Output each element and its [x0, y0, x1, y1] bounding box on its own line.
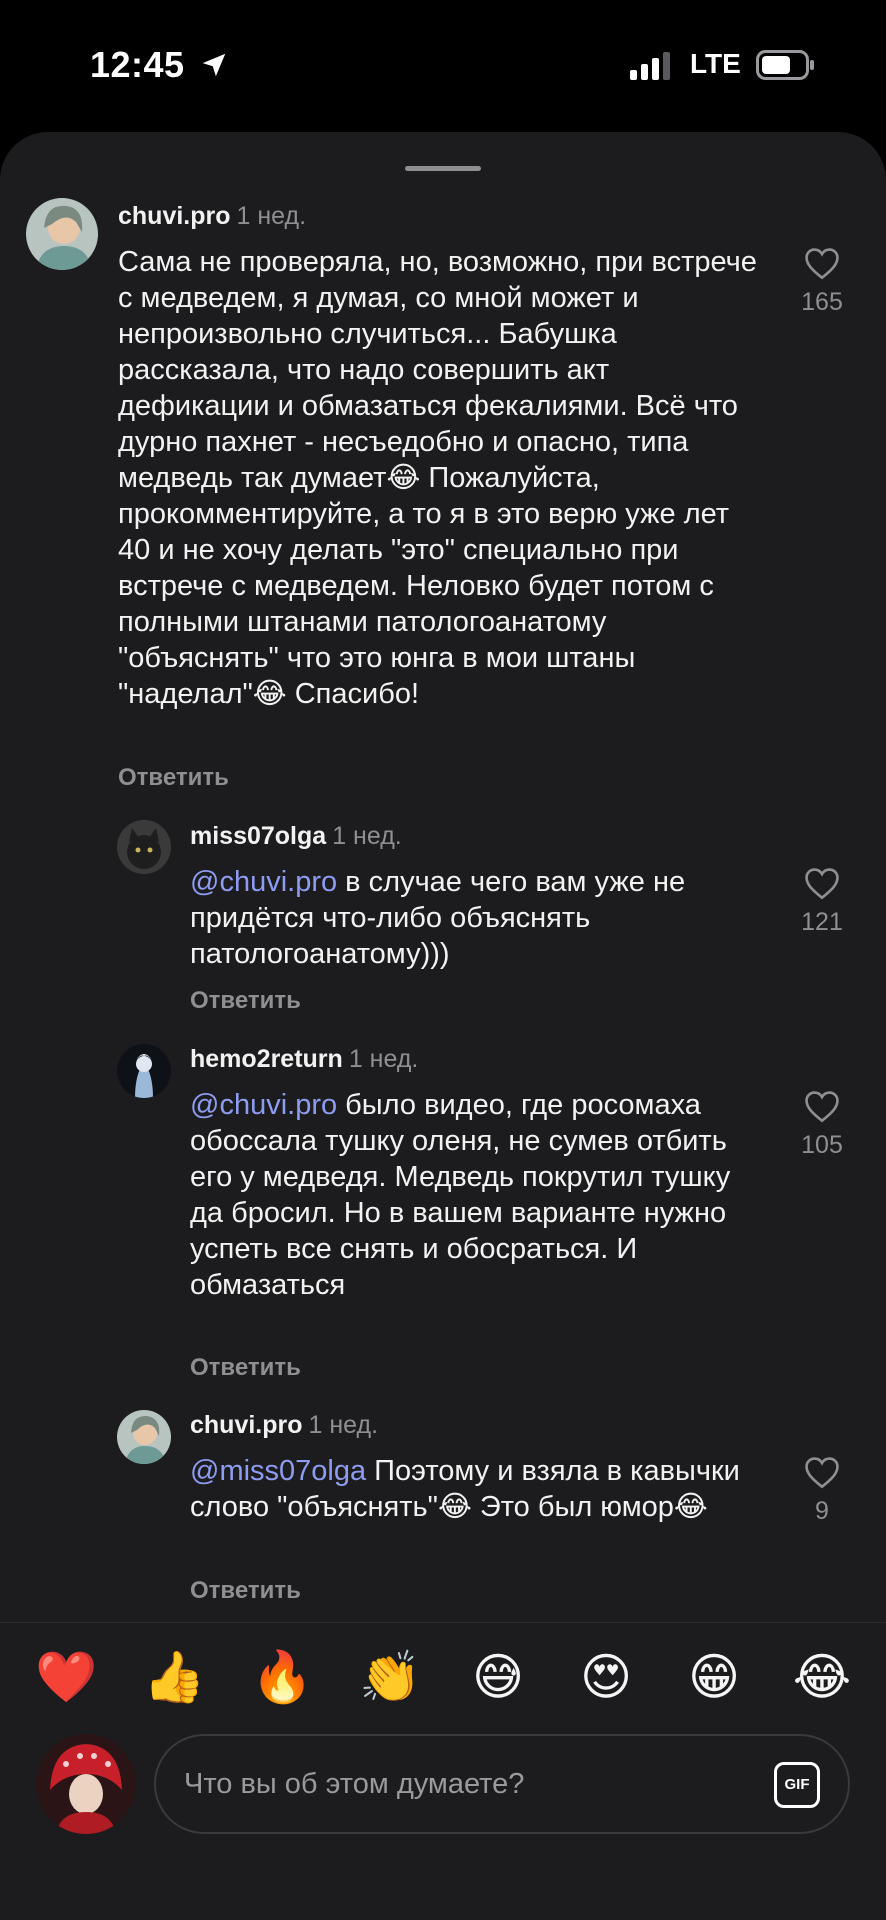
location-arrow-icon — [202, 53, 226, 77]
comment-input-placeholder: Что вы об этом думаете? — [184, 1768, 525, 1800]
reaction-fire[interactable]: 🔥 — [251, 1646, 313, 1708]
reaction-grin[interactable]: 😁 — [683, 1646, 745, 1708]
avatar[interactable] — [26, 198, 98, 270]
avatar[interactable] — [117, 1044, 171, 1098]
comment-text: Сама не проверяла, но, возможно, при вст… — [118, 246, 757, 710]
composer-divider — [0, 1622, 886, 1623]
quick-reactions: ❤️ 👍 🔥 👏 😅 😍 😁 😂 — [0, 1646, 886, 1708]
mention-link[interactable]: @miss07olga — [190, 1455, 366, 1487]
status-bar: 12:45 LTE — [0, 0, 886, 130]
comment-text: @chuvi.pro в случае чего вам уже не прид… — [190, 864, 770, 972]
like-button[interactable]: 121 — [782, 866, 862, 937]
like-count: 165 — [801, 288, 843, 316]
current-user-avatar — [36, 1734, 136, 1834]
sheet-grabber[interactable] — [405, 166, 481, 171]
username[interactable]: hemo2return — [190, 1045, 343, 1073]
comment-header: hemo2return 1 нед. — [190, 1045, 418, 1074]
reaction-clap[interactable]: 👏 — [359, 1646, 421, 1708]
network-type: LTE — [690, 48, 741, 79]
comment-header: chuvi.pro 1 нед. — [190, 1411, 378, 1440]
like-count: 121 — [801, 908, 843, 936]
timestamp: 1 нед. — [308, 1411, 379, 1439]
heart-icon — [805, 868, 839, 900]
status-time: 12:45 — [90, 44, 185, 85]
avatar[interactable] — [117, 1410, 171, 1464]
username[interactable]: chuvi.pro — [190, 1411, 303, 1439]
reaction-joy[interactable]: 😂 — [791, 1646, 853, 1708]
reply-button[interactable]: Ответить — [190, 1354, 301, 1382]
comment-header: chuvi.pro 1 нед. — [118, 202, 306, 231]
username[interactable]: miss07olga — [190, 822, 326, 850]
like-count: 9 — [815, 1497, 829, 1525]
like-button[interactable]: 9 — [782, 1455, 862, 1526]
like-button[interactable]: 165 — [782, 246, 862, 317]
reaction-thumbs-up[interactable]: 👍 — [143, 1646, 205, 1708]
reaction-heart-eyes[interactable]: 😍 — [575, 1646, 637, 1708]
heart-icon — [805, 1091, 839, 1123]
reaction-heart[interactable]: ❤️ — [35, 1646, 97, 1708]
signal-bars-icon — [630, 52, 670, 80]
comment-text: @chuvi.pro было видео, где росомаха обос… — [190, 1087, 770, 1303]
comment-text: @miss07olga Поэтому и взяла в кавычки сл… — [190, 1453, 750, 1525]
comment-input[interactable]: Что вы об этом думаете? GIF — [154, 1734, 850, 1834]
mention-link[interactable]: @chuvi.pro — [190, 1089, 337, 1121]
username[interactable]: chuvi.pro — [118, 202, 231, 230]
timestamp: 1 нед. — [332, 822, 402, 850]
heart-icon — [805, 1457, 839, 1489]
comment-header: miss07olga 1 нед. — [190, 822, 402, 851]
mention-link[interactable]: @chuvi.pro — [190, 866, 337, 898]
timestamp: 1 нед. — [236, 202, 307, 230]
reply-button[interactable]: Ответить — [190, 1577, 301, 1605]
like-count: 105 — [801, 1131, 843, 1159]
gif-button[interactable]: GIF — [774, 1762, 820, 1808]
like-button[interactable]: 105 — [782, 1089, 862, 1160]
battery-icon — [756, 50, 814, 80]
reply-button[interactable]: Ответить — [118, 764, 229, 792]
timestamp: 1 нед. — [348, 1045, 419, 1073]
reply-button[interactable]: Ответить — [190, 987, 301, 1015]
reaction-sweat-smile[interactable]: 😅 — [467, 1646, 529, 1708]
heart-icon — [805, 248, 839, 280]
avatar[interactable] — [117, 820, 171, 874]
